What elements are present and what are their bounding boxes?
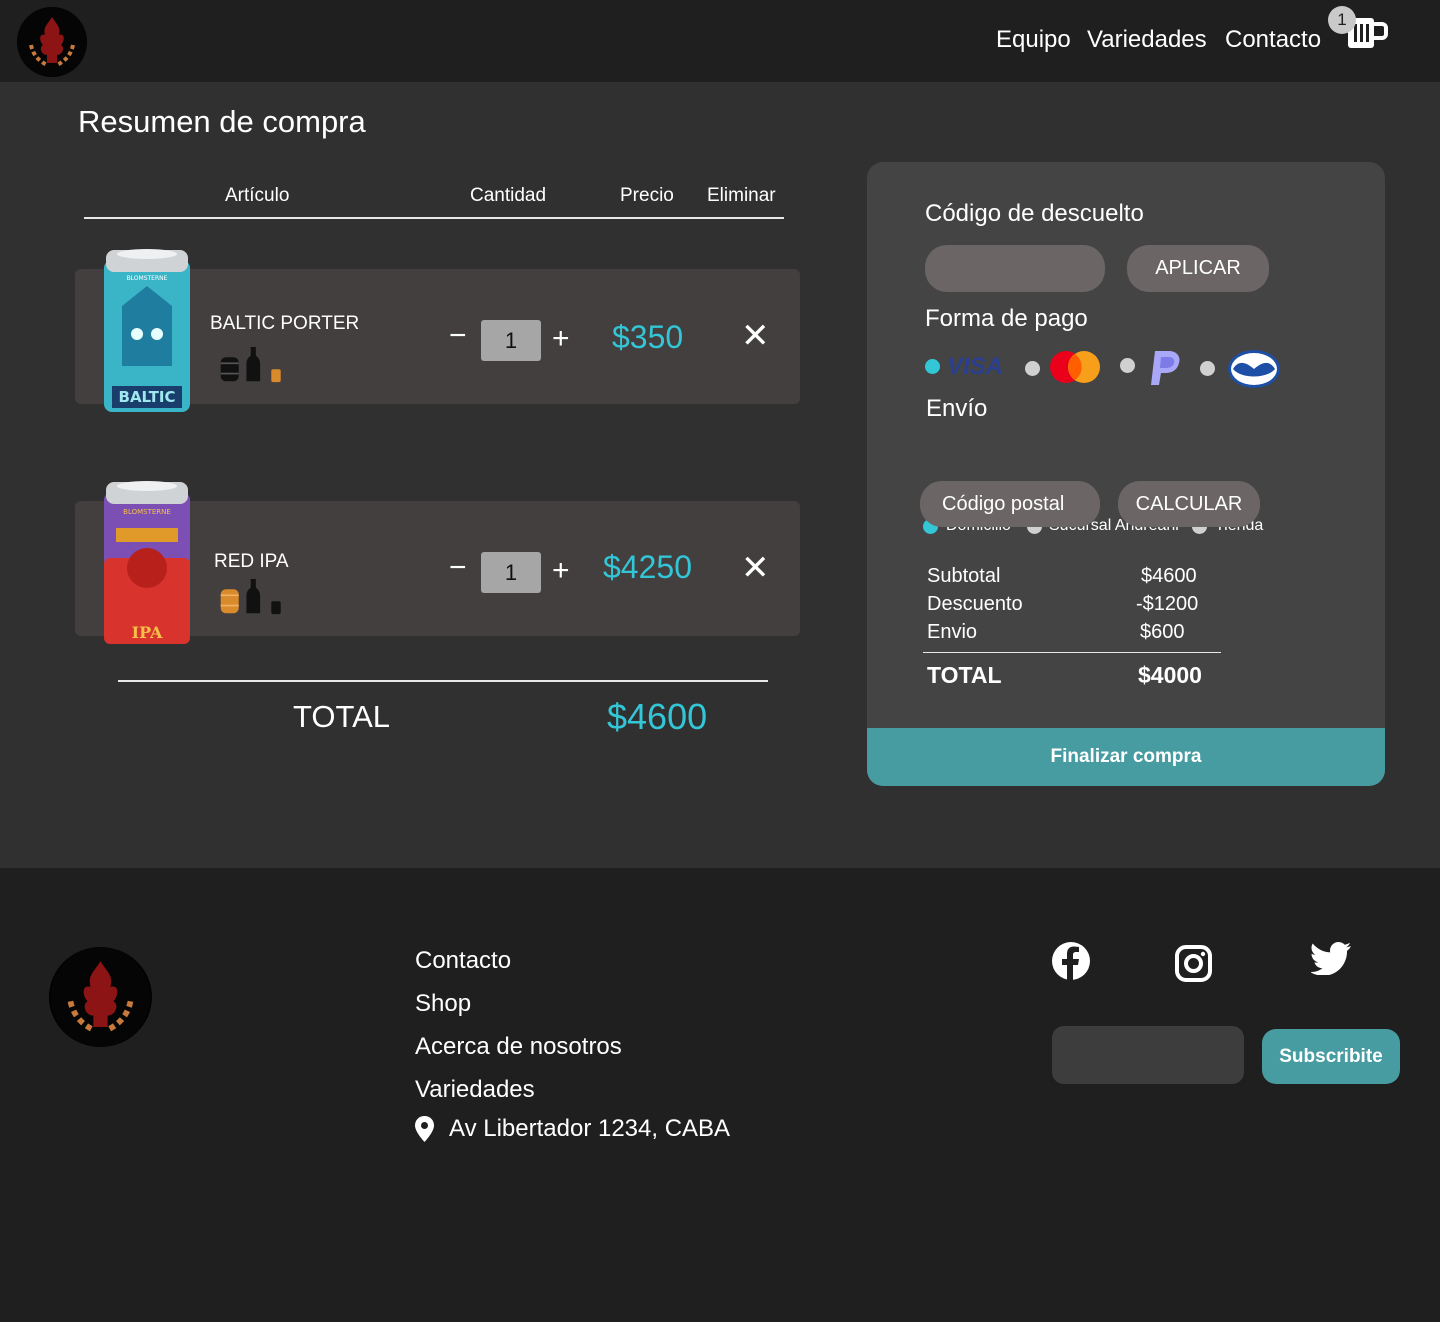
nav-contacto[interactable]: Contacto [1225, 26, 1321, 54]
item-price: $350 [612, 319, 684, 355]
nav-equipo[interactable]: Equipo [996, 26, 1071, 54]
product-image: BLOMSTERNE IPA [104, 481, 190, 644]
footer-link-shop[interactable]: Shop [415, 990, 471, 1018]
quantity-field[interactable]: 1 [481, 552, 541, 593]
footer-link-variedades[interactable]: Variedades [415, 1076, 535, 1104]
summary-total-value: $4000 [1138, 662, 1202, 688]
finish-purchase-button[interactable]: Finalizar compra [867, 728, 1385, 786]
payment-radio-mastercard[interactable] [1025, 361, 1040, 376]
svg-text:BLOMSTERNE: BLOMSTERNE [127, 275, 168, 282]
subtotal-label: Subtotal [927, 565, 1001, 587]
remove-item-button[interactable]: ✕ [741, 319, 770, 353]
summary-divider [923, 652, 1221, 653]
discount-title: Código de descuelto [925, 200, 1144, 227]
checkout-panel: Código de descuelto APLICAR Forma de pag… [867, 162, 1385, 786]
page-title: Resumen de compra [78, 104, 366, 139]
decrease-qty-button[interactable]: − [449, 553, 467, 583]
site-footer: Contacto Shop Acerca de nosotros Varieda… [0, 868, 1440, 1322]
apply-discount-button[interactable]: APLICAR [1127, 245, 1269, 292]
format-icons [220, 579, 281, 615]
cart-count-badge: 1 [1328, 6, 1356, 34]
paypal-icon [1151, 351, 1180, 385]
quantity-field[interactable]: 1 [481, 320, 541, 361]
visa-icon: VISA [947, 353, 1004, 380]
shipping-cost-label: Envio [927, 621, 978, 643]
item-price: $4250 [603, 549, 692, 585]
newsletter-email-input[interactable] [1052, 1026, 1244, 1084]
footer-address: Av Libertador 1234, CABA [449, 1115, 731, 1142]
cart-button[interactable]: 1 [1326, 4, 1390, 52]
postal-code-input[interactable]: Código postal [920, 481, 1100, 527]
mercadopago-icon [1228, 350, 1280, 388]
column-header-price: Precio [620, 185, 674, 206]
instagram-icon[interactable] [1175, 945, 1212, 982]
subscribe-button[interactable]: Subscribite [1262, 1029, 1400, 1084]
brand-logo[interactable] [17, 7, 87, 77]
svg-text:BALTIC: BALTIC [119, 388, 176, 406]
payment-radio-visa[interactable] [925, 359, 940, 374]
location-pin-icon [415, 1116, 434, 1142]
discount-label: Descuento [927, 593, 1023, 615]
column-header-remove: Eliminar [707, 185, 776, 206]
footer-link-contacto[interactable]: Contacto [415, 947, 511, 975]
twitter-icon[interactable] [1311, 942, 1351, 975]
item-name: BALTIC PORTER [210, 313, 360, 334]
column-header-quantity: Cantidad [470, 185, 547, 206]
facebook-icon[interactable] [1051, 941, 1091, 981]
site-header: Equipo Variedades Contacto 1 [0, 0, 1440, 82]
payment-title: Forma de pago [925, 305, 1088, 332]
decrease-qty-button[interactable]: − [449, 321, 467, 351]
svg-text:BLOMSTERNE: BLOMSTERNE [123, 508, 171, 516]
discount-code-input[interactable] [925, 245, 1105, 292]
increase-qty-button[interactable]: + [552, 324, 570, 354]
shipping-cost-value: $600 [1140, 621, 1185, 643]
column-header-article: Artículo [225, 185, 290, 206]
svg-text:IPA: IPA [132, 623, 163, 642]
payment-radio-paypal[interactable] [1120, 358, 1135, 373]
format-icons [220, 347, 281, 383]
payment-radio-mercadopago[interactable] [1200, 361, 1215, 376]
footer-link-about[interactable]: Acerca de nosotros [415, 1033, 622, 1061]
subtotal-value: $4600 [1141, 565, 1197, 587]
footer-logo[interactable] [49, 947, 152, 1047]
mastercard-icon [1050, 351, 1100, 383]
remove-item-button[interactable]: ✕ [741, 551, 770, 585]
cart-summary-section: Resumen de compra Artículo Cantidad Prec… [0, 82, 1440, 868]
discount-value: -$1200 [1136, 593, 1199, 615]
summary-total-label: TOTAL [927, 662, 1002, 688]
item-name: RED IPA [214, 551, 289, 572]
shipping-title: Envío [926, 395, 988, 422]
header-divider [84, 217, 784, 219]
calculate-shipping-button[interactable]: CALCULAR [1118, 481, 1260, 527]
total-divider [118, 680, 768, 682]
cart-total-label: TOTAL [293, 699, 391, 734]
cart-total-value: $4600 [607, 696, 708, 737]
product-image: BALTIC BLOMSTERNE [104, 249, 190, 412]
nav-variedades[interactable]: Variedades [1087, 26, 1207, 54]
increase-qty-button[interactable]: + [552, 556, 570, 586]
